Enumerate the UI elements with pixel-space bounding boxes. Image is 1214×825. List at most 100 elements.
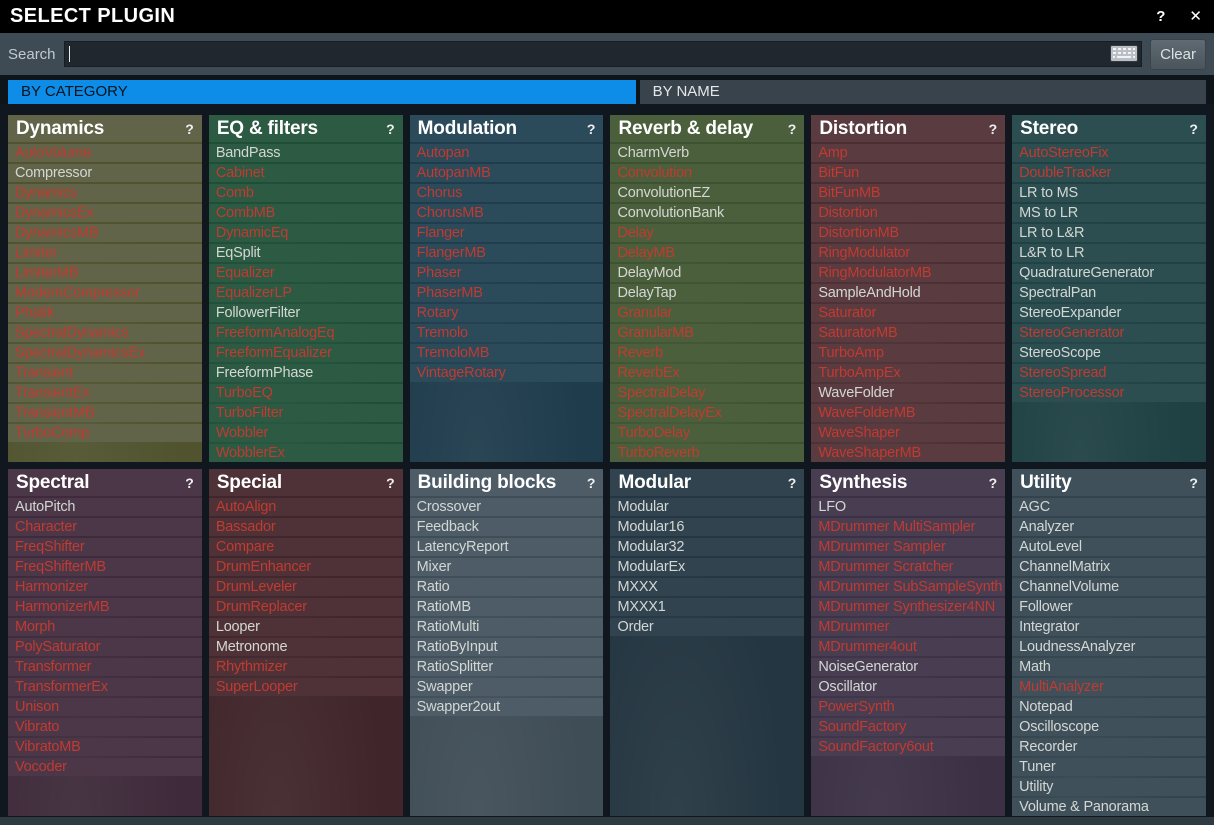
plugin-item[interactable]: SpectralDelayEx [610,404,804,422]
plugin-item[interactable]: Vocoder [8,758,202,776]
plugin-item[interactable]: ChannelMatrix [1012,558,1206,576]
plugin-item[interactable]: Oscilloscope [1012,718,1206,736]
category-help-icon[interactable]: ? [788,475,797,491]
category-help-icon[interactable]: ? [386,121,395,137]
tab-by-category[interactable]: BY CATEGORY [8,80,636,104]
plugin-item[interactable]: Autopan [410,144,604,162]
plugin-item[interactable]: Oscillator [811,678,1005,696]
plugin-item[interactable]: ChannelVolume [1012,578,1206,596]
plugin-item[interactable]: Transformer [8,658,202,676]
plugin-item[interactable]: DrumEnhancer [209,558,403,576]
category-help-icon[interactable]: ? [185,475,194,491]
category-help-icon[interactable]: ? [989,475,998,491]
plugin-item[interactable]: SpectralDelay [610,384,804,402]
tab-by-name[interactable]: BY NAME [640,80,1206,104]
plugin-item[interactable]: Wobbler [209,424,403,442]
plugin-item[interactable]: MDrummer Sampler [811,538,1005,556]
plugin-item[interactable]: TurboFilter [209,404,403,422]
plugin-item[interactable]: FreeformEqualizer [209,344,403,362]
plugin-item[interactable]: PhaserMB [410,284,604,302]
plugin-item[interactable]: MXXX [610,578,804,596]
plugin-item[interactable]: Flanger [410,224,604,242]
plugin-item[interactable]: Transient [8,364,202,382]
plugin-item[interactable]: CharmVerb [610,144,804,162]
plugin-item[interactable]: LatencyReport [410,538,604,556]
plugin-item[interactable]: MultiAnalyzer [1012,678,1206,696]
plugin-item[interactable]: SoundFactory6out [811,738,1005,756]
plugin-item[interactable]: ConvolutionBank [610,204,804,222]
plugin-item[interactable]: StereoExpander [1012,304,1206,322]
plugin-item[interactable]: Math [1012,658,1206,676]
close-icon[interactable]: ✕ [1189,9,1202,24]
plugin-item[interactable]: TurboDelay [610,424,804,442]
plugin-item[interactable]: StereoGenerator [1012,324,1206,342]
plugin-item[interactable]: AutoVolume [8,144,202,162]
plugin-item[interactable]: Morph [8,618,202,636]
plugin-item[interactable]: DynamicsMB [8,224,202,242]
category-help-icon[interactable]: ? [1189,475,1198,491]
plugin-item[interactable]: Saturator [811,304,1005,322]
plugin-item[interactable]: Order [610,618,804,636]
plugin-item[interactable]: Swapper [410,678,604,696]
plugin-item[interactable]: StereoSpread [1012,364,1206,382]
plugin-item[interactable]: TurboAmp [811,344,1005,362]
plugin-item[interactable]: ModernCompressor [8,284,202,302]
plugin-item[interactable]: PolySaturator [8,638,202,656]
plugin-item[interactable]: Tremolo [410,324,604,342]
plugin-item[interactable]: Distortion [811,204,1005,222]
plugin-item[interactable]: MDrummer SubSampleSynth [811,578,1005,596]
plugin-item[interactable]: BandPass [209,144,403,162]
plugin-item[interactable]: FollowerFilter [209,304,403,322]
plugin-item[interactable]: EqSplit [209,244,403,262]
plugin-item[interactable]: RatioByInput [410,638,604,656]
plugin-item[interactable]: AutopanMB [410,164,604,182]
plugin-item[interactable]: LR to MS [1012,184,1206,202]
plugin-item[interactable]: Utility [1012,778,1206,796]
plugin-item[interactable]: Tuner [1012,758,1206,776]
plugin-item[interactable]: LoudnessAnalyzer [1012,638,1206,656]
plugin-item[interactable]: FreqShifter [8,538,202,556]
plugin-item[interactable]: Harmonizer [8,578,202,596]
plugin-item[interactable]: AutoPitch [8,498,202,516]
plugin-item[interactable]: RatioSplitter [410,658,604,676]
plugin-item[interactable]: ModularEx [610,558,804,576]
plugin-item[interactable]: TurboAmpEx [811,364,1005,382]
plugin-item[interactable]: WobblerEx [209,444,403,462]
plugin-item[interactable]: Convolution [610,164,804,182]
plugin-item[interactable]: TurboReverb [610,444,804,462]
plugin-item[interactable]: Rhythmizer [209,658,403,676]
plugin-item[interactable]: SaturatorMB [811,324,1005,342]
plugin-item[interactable]: WaveFolderMB [811,404,1005,422]
clear-button[interactable]: Clear [1150,39,1206,70]
plugin-item[interactable]: FlangerMB [410,244,604,262]
plugin-item[interactable]: ReverbEx [610,364,804,382]
plugin-item[interactable]: AutoAlign [209,498,403,516]
plugin-item[interactable]: Phaser [410,264,604,282]
plugin-item[interactable]: Recorder [1012,738,1206,756]
plugin-item[interactable]: SpectralPan [1012,284,1206,302]
plugin-item[interactable]: PowerSynth [811,698,1005,716]
plugin-item[interactable]: Mixer [410,558,604,576]
plugin-item[interactable]: StereoProcessor [1012,384,1206,402]
plugin-item[interactable]: Chorus [410,184,604,202]
plugin-item[interactable]: TransformerEx [8,678,202,696]
plugin-item[interactable]: Integrator [1012,618,1206,636]
plugin-item[interactable]: Ratio [410,578,604,596]
plugin-item[interactable]: BitFunMB [811,184,1005,202]
plugin-item[interactable]: LR to L&R [1012,224,1206,242]
plugin-item[interactable]: Dynamics [8,184,202,202]
plugin-item[interactable]: Compressor [8,164,202,182]
help-icon[interactable]: ? [1156,9,1165,24]
category-help-icon[interactable]: ? [989,121,998,137]
plugin-item[interactable]: DrumLeveler [209,578,403,596]
plugin-item[interactable]: AutoStereoFix [1012,144,1206,162]
plugin-item[interactable]: MDrummer MultiSampler [811,518,1005,536]
plugin-item[interactable]: DelayMB [610,244,804,262]
plugin-item[interactable]: TransientEx [8,384,202,402]
plugin-item[interactable]: LimiterMB [8,264,202,282]
plugin-item[interactable]: MS to LR [1012,204,1206,222]
plugin-item[interactable]: SoundFactory [811,718,1005,736]
keyboard-icon[interactable] [1110,45,1138,67]
plugin-item[interactable]: TremoloMB [410,344,604,362]
plugin-item[interactable]: Follower [1012,598,1206,616]
